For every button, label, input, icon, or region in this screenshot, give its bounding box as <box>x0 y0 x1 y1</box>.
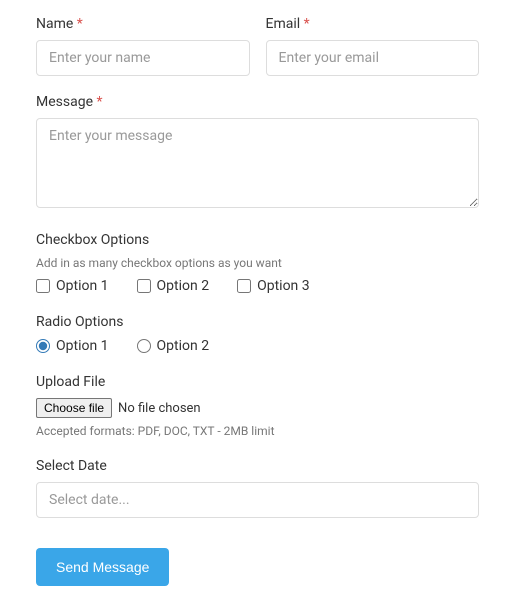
date-input[interactable] <box>36 482 479 518</box>
radio-item[interactable]: Option 1 <box>36 338 109 354</box>
checkbox-label-2: Option 2 <box>157 278 210 294</box>
checkbox-label-3: Option 3 <box>257 278 310 294</box>
file-input-row: Choose file No file chosen <box>36 398 479 418</box>
radio-input-1[interactable] <box>36 339 50 353</box>
email-input[interactable] <box>266 40 480 76</box>
checkbox-input-1[interactable] <box>36 279 50 293</box>
choose-file-button[interactable]: Choose file <box>36 398 112 418</box>
file-status: No file chosen <box>118 401 201 416</box>
name-group: Name * <box>36 16 250 76</box>
checkbox-section: Checkbox Options Add in as many checkbox… <box>36 232 479 294</box>
name-label: Name * <box>36 16 250 32</box>
radio-label-1: Option 1 <box>56 338 109 354</box>
checkbox-item[interactable]: Option 3 <box>237 278 310 294</box>
checkbox-item[interactable]: Option 1 <box>36 278 109 294</box>
contact-form: Name * Email * Message * Checkbox Option… <box>36 16 479 586</box>
required-indicator: * <box>96 94 102 110</box>
checkbox-section-label: Checkbox Options <box>36 232 479 248</box>
radio-section-label: Radio Options <box>36 314 479 330</box>
required-indicator: * <box>77 16 83 32</box>
upload-helper: Accepted formats: PDF, DOC, TXT - 2MB li… <box>36 424 479 438</box>
message-textarea[interactable] <box>36 118 479 208</box>
radio-item[interactable]: Option 2 <box>137 338 210 354</box>
date-label: Select Date <box>36 458 479 474</box>
checkbox-item[interactable]: Option 2 <box>137 278 210 294</box>
email-label-text: Email <box>266 16 301 32</box>
upload-label: Upload File <box>36 374 479 390</box>
checkbox-input-2[interactable] <box>137 279 151 293</box>
checkbox-group: Option 1 Option 2 Option 3 <box>36 278 479 294</box>
radio-group: Option 1 Option 2 <box>36 338 479 354</box>
checkbox-input-3[interactable] <box>237 279 251 293</box>
message-label: Message * <box>36 94 479 110</box>
checkbox-helper: Add in as many checkbox options as you w… <box>36 256 479 270</box>
message-group: Message * <box>36 94 479 212</box>
message-label-text: Message <box>36 94 93 110</box>
email-label: Email * <box>266 16 480 32</box>
name-label-text: Name <box>36 16 73 32</box>
email-group: Email * <box>266 16 480 76</box>
date-section: Select Date <box>36 458 479 518</box>
radio-label-2: Option 2 <box>157 338 210 354</box>
upload-section: Upload File Choose file No file chosen A… <box>36 374 479 438</box>
radio-input-2[interactable] <box>137 339 151 353</box>
checkbox-label-1: Option 1 <box>56 278 109 294</box>
name-input[interactable] <box>36 40 250 76</box>
radio-section: Radio Options Option 1 Option 2 <box>36 314 479 354</box>
required-indicator: * <box>304 16 310 32</box>
send-message-button[interactable]: Send Message <box>36 548 169 586</box>
